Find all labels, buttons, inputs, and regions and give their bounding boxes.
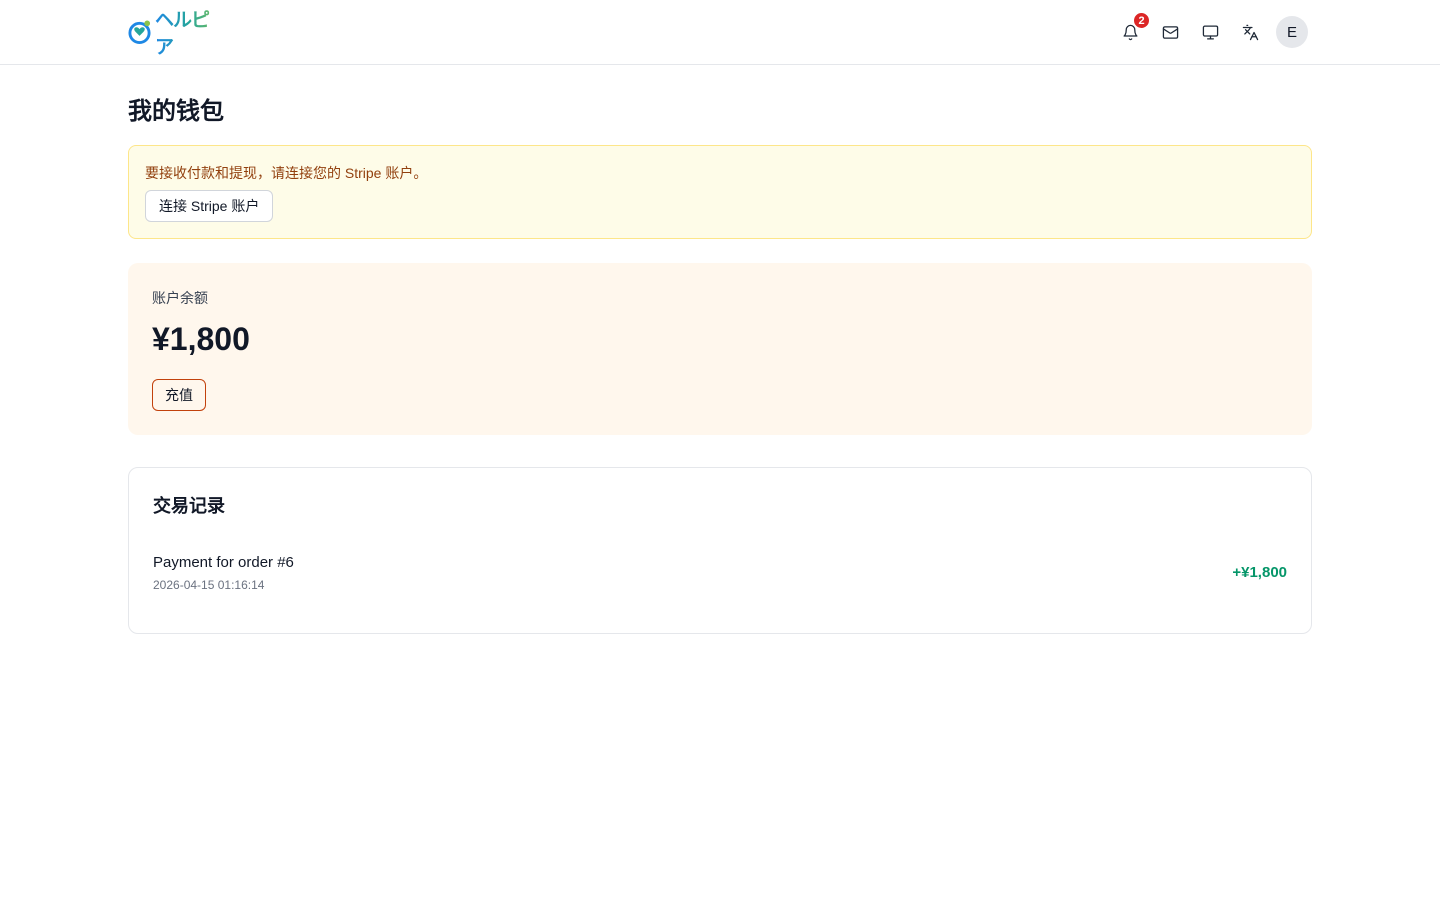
transaction-date: 2026-04-15 01:16:14 (153, 578, 265, 592)
balance-label: 账户余额 (152, 290, 208, 306)
notifications-button[interactable]: 2 (1114, 12, 1150, 48)
notification-badge: 2 (1133, 12, 1150, 29)
balance-card: 账户余额 ¥1,800 充值 (128, 263, 1312, 435)
connect-stripe-button[interactable]: 连接 Stripe 账户 (145, 190, 274, 222)
logo[interactable]: ヘルピア (128, 9, 224, 58)
top-up-button[interactable]: 充值 (152, 379, 206, 411)
monitor-icon (1202, 24, 1218, 40)
page-title: 我的钱包 (128, 98, 224, 125)
stripe-connect-notice: 要接收付款和提现，请连接您的 Stripe 账户。 连接 Stripe 账户 (128, 145, 1312, 239)
transactions-card: 交易记录 Payment for order #6 2026-04-15 01:… (128, 467, 1312, 634)
balance-amount: ¥1,800 (152, 321, 250, 357)
display-button[interactable] (1194, 16, 1226, 48)
transaction-row: Payment for order #6 2026-04-15 01:16:14… (153, 552, 1287, 596)
transaction-amount: +¥1,800 (1232, 564, 1287, 581)
messages-button[interactable] (1154, 16, 1186, 48)
top-header: ヘルピア 2 E (0, 0, 1440, 65)
mail-icon (1162, 25, 1178, 39)
translate-icon (1242, 24, 1258, 40)
transactions-title: 交易记录 (153, 496, 225, 516)
user-avatar[interactable]: E (1276, 16, 1308, 48)
stripe-notice-message: 要接收付款和提现，请连接您的 Stripe 账户。 (145, 165, 428, 181)
logo-text: ヘルピア (155, 5, 224, 59)
transaction-description: Payment for order #6 (153, 554, 294, 571)
language-button[interactable] (1234, 16, 1266, 48)
logo-mark-icon (128, 20, 151, 44)
